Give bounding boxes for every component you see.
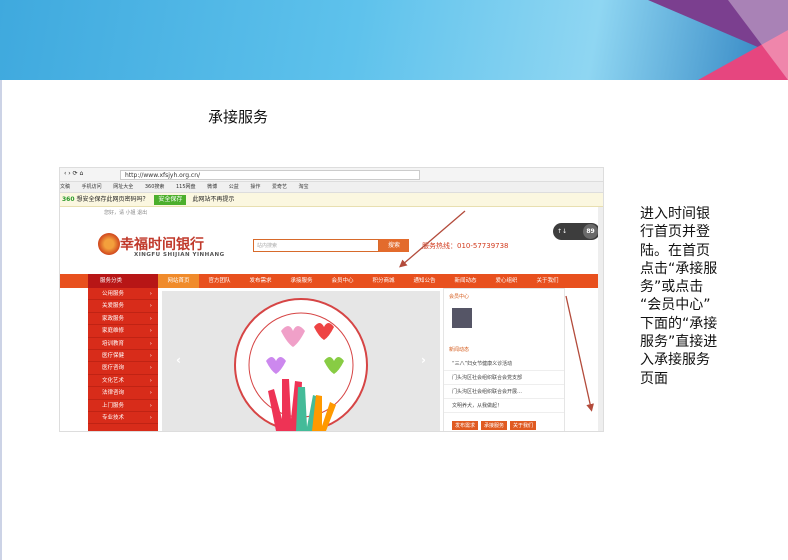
banner-decoration: [728, 0, 788, 80]
nav-item[interactable]: 通知公告: [404, 274, 445, 288]
bookmark[interactable]: 微博: [207, 184, 217, 190]
avatar: [452, 308, 472, 328]
accept-service-button[interactable]: 承接服务: [481, 421, 508, 430]
brand-name-en: XINGFU SHIJIAN YINHANG: [134, 252, 225, 258]
bookmark[interactable]: 淘宝: [299, 184, 309, 190]
nav-item[interactable]: 官方团队: [199, 274, 240, 288]
carousel-next-icon[interactable]: ›: [421, 353, 426, 367]
welcome-text: 您好，请 小姐 退出: [104, 210, 148, 216]
nav-item[interactable]: 关于我们: [527, 274, 568, 288]
news-item[interactable]: 门头沟区社会组织联合会开展…: [444, 385, 564, 399]
category-item[interactable]: 关爱服务: [88, 300, 158, 313]
nav-item-home[interactable]: 网站首页: [158, 274, 199, 288]
nav-item[interactable]: 发布需求: [240, 274, 281, 288]
site-topbar: 您好，请 小姐 退出: [60, 207, 603, 219]
site-header: 幸福时间银行 XINGFU SHIJIAN YINHANG 站内搜索 搜索 服务…: [60, 219, 603, 274]
bookmark[interactable]: 公益: [229, 184, 239, 190]
scrollbar[interactable]: [598, 207, 603, 431]
password-save-bar: 360 想安全保存此网页密码吗？ 安全保存 此网站不再提示: [60, 193, 603, 207]
category-item[interactable]: 公用服务: [88, 288, 158, 301]
bookmark[interactable]: 115网盘: [176, 184, 196, 190]
site-search-button[interactable]: 搜索: [379, 239, 409, 252]
bookmarks-bar: 文稿 手机访问 网址大全 360搜索 115网盘 微博 公益 操作 爱奇艺 淘宝: [60, 182, 603, 193]
category-item[interactable]: 医疗咨询: [88, 362, 158, 375]
carousel-prev-icon[interactable]: ‹: [176, 353, 181, 367]
category-item[interactable]: 专业技术: [88, 412, 158, 425]
hero-carousel[interactable]: ‹ ›: [162, 291, 440, 431]
safe-dismiss-link[interactable]: 此网站不再提示: [192, 196, 234, 203]
nav-arrows-icon[interactable]: ‹ › ⟳ ⌂: [64, 170, 83, 177]
brand-name: 幸福时间银行: [120, 237, 204, 253]
slide-banner: [0, 0, 788, 80]
bookmark[interactable]: 文稿: [60, 184, 70, 190]
slide-title: 承接服务: [208, 108, 269, 126]
news-title: 新闻动态: [449, 347, 470, 353]
category-item[interactable]: 法律咨询: [88, 387, 158, 400]
category-item[interactable]: 文化艺术: [88, 375, 158, 388]
category-item[interactable]: 医疗保健: [88, 350, 158, 363]
nav-item[interactable]: 积分商城: [363, 274, 404, 288]
category-menu[interactable]: 服务分类: [88, 274, 158, 288]
bookmark[interactable]: 操作: [250, 184, 260, 190]
category-item[interactable]: 家政服务: [88, 313, 158, 326]
address-bar: ‹ › ⟳ ⌂ http://www.xfsjyh.org.cn/: [60, 168, 603, 182]
speed-value: 89: [583, 224, 598, 239]
bookmark[interactable]: 手机访问: [82, 184, 102, 190]
publish-request-button[interactable]: 发布需求: [452, 421, 479, 430]
main-nav: 服务分类 网站首页 官方团队 发布需求 承接服务 会员中心 积分商城 通知公告 …: [60, 274, 603, 288]
news-item[interactable]: 文明养犬，从我做起！: [444, 399, 564, 413]
slide-description: 进入时间银 行首页并登 陆。在首页 点击“承接服 务”或点击 “会员中心” 下面…: [640, 206, 718, 387]
site-search-input[interactable]: 站内搜索: [253, 239, 379, 252]
nav-item[interactable]: 爱心组织: [486, 274, 527, 288]
news-item[interactable]: “三八”妇女节健康义诊活动: [444, 357, 564, 371]
category-item[interactable]: 家庭维修: [88, 325, 158, 338]
category-item[interactable]: 上门服务: [88, 400, 158, 412]
nav-item-member-center[interactable]: 会员中心: [322, 274, 363, 288]
bookmark[interactable]: 360搜索: [145, 184, 165, 190]
member-panel: 会员中心 新闻动态 “三八”妇女节健康义诊活动 门头沟区社会组织联合会党支部 门…: [443, 288, 565, 431]
hands-emblem-icon: [234, 298, 368, 431]
safe-prompt: 想安全保存此网页密码吗？: [76, 196, 149, 203]
bookmark[interactable]: 爱奇艺: [272, 184, 287, 190]
member-center-title: 会员中心: [449, 294, 470, 300]
360-logo: 360: [62, 196, 75, 203]
speed-widget: ↑↓ 89: [553, 223, 600, 240]
safe-save-button[interactable]: 安全保存: [154, 195, 187, 205]
bookmark[interactable]: 网址大全: [113, 184, 133, 190]
bank-logo-icon: [98, 233, 120, 255]
url-field[interactable]: http://www.xfsjyh.org.cn/: [120, 170, 420, 180]
website-screenshot: ‹ › ⟳ ⌂ http://www.xfsjyh.org.cn/ 文稿 手机访…: [59, 167, 604, 432]
hotline: 服务热线：010-57739738: [422, 242, 509, 250]
about-us-button[interactable]: 关于我们: [510, 421, 537, 430]
category-sidebar: 公用服务 关爱服务 家政服务 家庭维修 培训教育 医疗保健 医疗咨询 文化艺术 …: [88, 288, 158, 431]
news-item[interactable]: 门头沟区社会组织联合会党支部: [444, 371, 564, 385]
nav-item[interactable]: 新闻动态: [445, 274, 486, 288]
slide-left-rule: [0, 80, 2, 560]
category-item[interactable]: 培训教育: [88, 338, 158, 350]
nav-item-accept-service[interactable]: 承接服务: [281, 274, 322, 288]
